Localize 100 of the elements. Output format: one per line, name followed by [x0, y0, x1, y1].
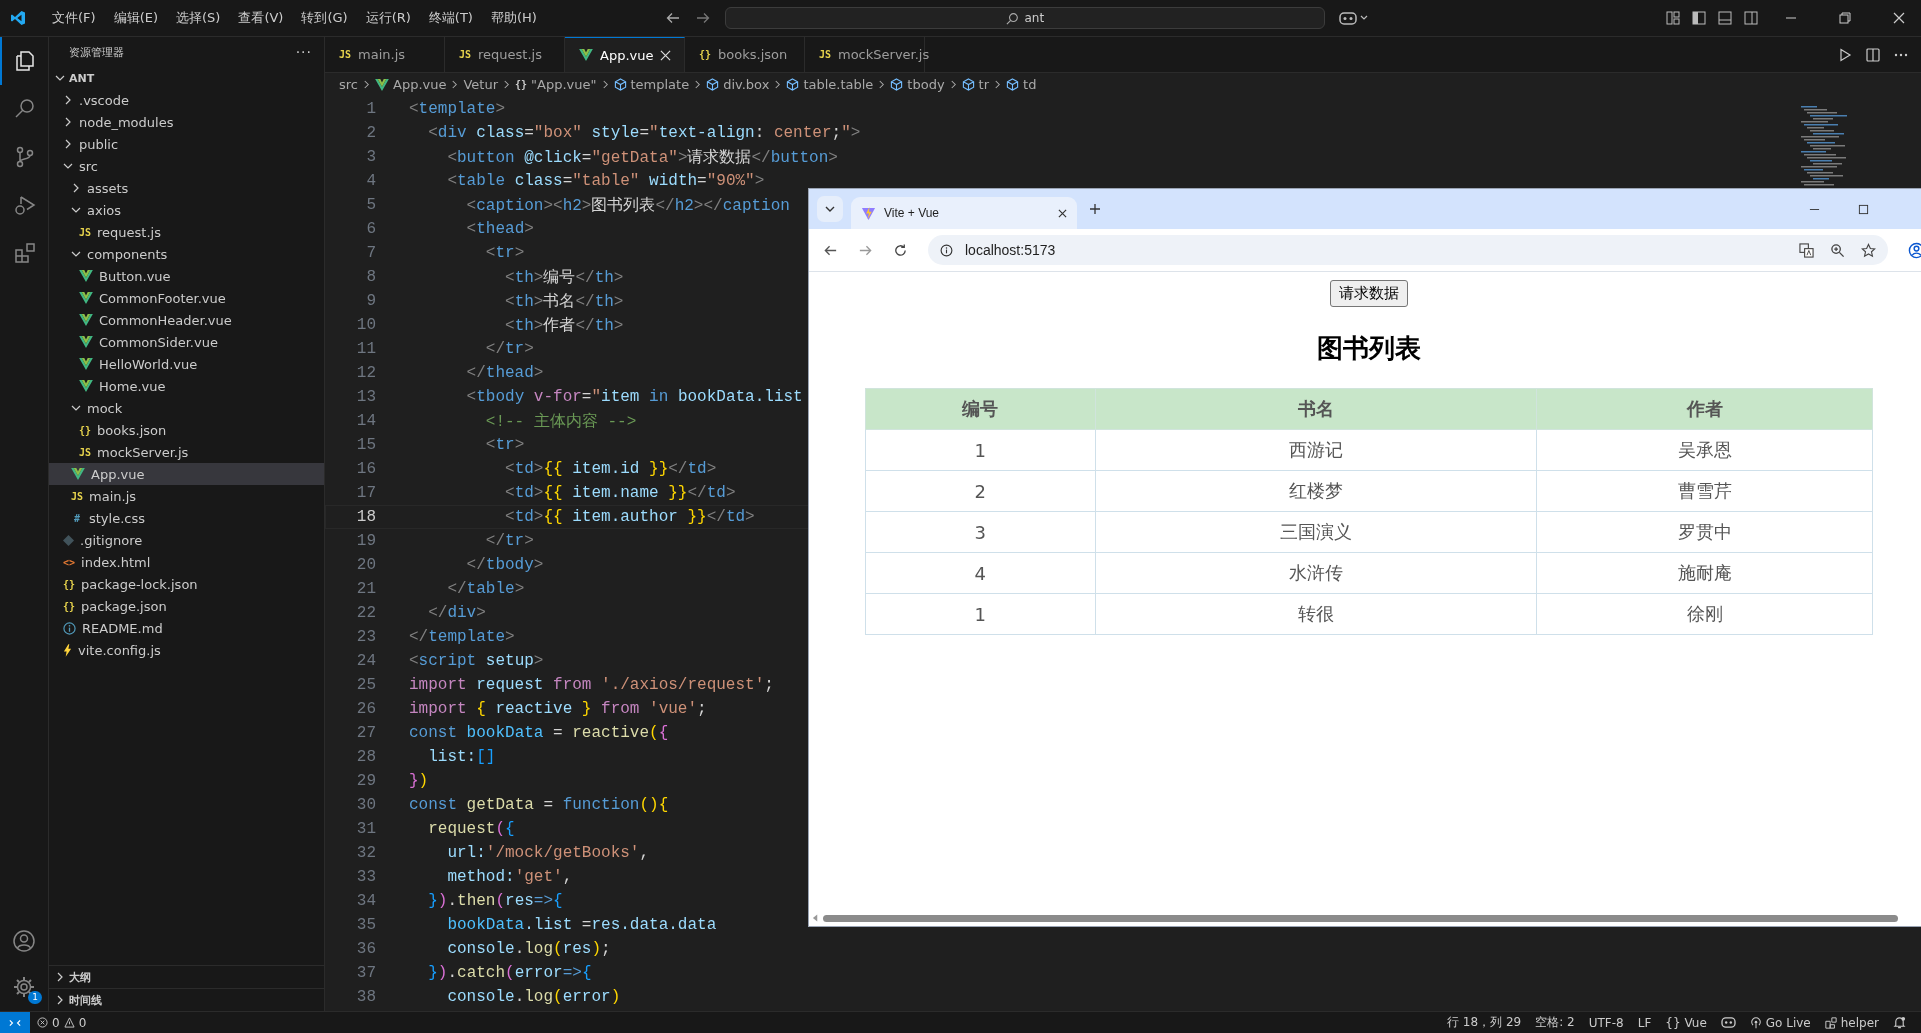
run-icon[interactable] [1837, 46, 1853, 63]
editor-tab[interactable]: JS main.js [325, 37, 445, 72]
language-mode[interactable]: {} Vue [1658, 1015, 1714, 1030]
breadcrumb-item[interactable]: table.table [786, 77, 874, 92]
tree-item[interactable]: JS main.js [49, 485, 324, 507]
tree-item[interactable]: JS mockServer.js [49, 441, 324, 463]
tree-item[interactable]: mock [49, 397, 324, 419]
sidebar-toggle-icon[interactable] [1691, 10, 1707, 26]
profile-icon[interactable] [1908, 241, 1921, 259]
back-arrow-icon[interactable] [664, 10, 681, 26]
account-icon[interactable] [12, 929, 36, 953]
editor-tab[interactable]: App.vue [565, 37, 685, 72]
editor-tab[interactable]: {} books.json [685, 37, 805, 72]
line-number: 30 [355, 796, 376, 814]
forward-arrow-icon[interactable] [694, 10, 711, 26]
tree-item[interactable]: {} package.json [49, 595, 324, 617]
tree-item[interactable]: vite.config.js [49, 639, 324, 661]
menu-item[interactable]: 运行(R) [357, 6, 419, 30]
translate-icon[interactable] [1799, 242, 1814, 258]
breadcrumb-item[interactable]: tbody [890, 77, 945, 92]
tree-item[interactable]: # style.css [49, 507, 324, 529]
tree-item[interactable]: <> index.html [49, 551, 324, 573]
menu-item[interactable]: 转到(G) [293, 6, 356, 30]
go-live-button[interactable]: Go Live [1742, 1015, 1818, 1030]
problems-button[interactable]: 0 0 [30, 1015, 94, 1030]
tree-item[interactable]: Home.vue [49, 375, 324, 397]
tree-item[interactable]: HelloWorld.vue [49, 353, 324, 375]
close-icon[interactable] [1058, 208, 1067, 218]
tree-item[interactable]: .gitignore [49, 529, 324, 551]
cube-icon [706, 78, 720, 91]
tree-item[interactable]: node_modules [49, 111, 324, 133]
line-number: 10 [355, 316, 376, 334]
breadcrumb-item[interactable]: {} "App.vue" [515, 77, 597, 92]
breadcrumb-item[interactable]: td [1006, 77, 1037, 92]
line-ending-setting[interactable]: LF [1630, 1015, 1659, 1030]
remote-button[interactable] [0, 1012, 30, 1033]
breadcrumb-item[interactable]: src [339, 77, 358, 92]
tree-item[interactable]: CommonSider.vue [49, 331, 324, 353]
tree-item[interactable]: components [49, 243, 324, 265]
menu-item[interactable]: 文件(F) [44, 6, 104, 30]
tree-item[interactable]: App.vue [49, 463, 324, 485]
folder-header[interactable]: ANT [49, 67, 324, 89]
lightning-logo-icon [861, 205, 876, 221]
maximize-icon[interactable] [1858, 203, 1869, 215]
encoding-setting[interactable]: UTF-8 [1581, 1015, 1631, 1030]
code-line: <caption><h2>图书列表</h2></caption [465, 195, 790, 216]
tree-item[interactable]: CommonFooter.vue [49, 287, 324, 309]
tree-item[interactable]: {} books.json [49, 419, 324, 441]
app-logo-icon[interactable] [10, 10, 26, 26]
indentation-setting[interactable]: 空格: 2 [1528, 1014, 1582, 1031]
browser-tab[interactable]: Vite + Vue [851, 197, 1077, 229]
request-data-button[interactable]: 请求数据 [1330, 280, 1408, 307]
code-line: import { reactive } from 'vue'; [409, 700, 707, 718]
tree-item[interactable]: README.md [49, 617, 324, 639]
zoom-icon[interactable] [1830, 242, 1845, 258]
restore-icon[interactable] [1837, 10, 1853, 26]
star-icon[interactable] [1861, 242, 1876, 258]
layout-icon[interactable] [1665, 10, 1681, 26]
menu-item[interactable]: 查看(V) [230, 6, 292, 30]
breadcrumb-item[interactable]: tr [961, 77, 990, 92]
close-icon[interactable] [1891, 10, 1907, 26]
scrollbar-thumb[interactable] [823, 914, 1898, 922]
breadcrumb-item[interactable]: div.box [706, 77, 770, 92]
tree-item[interactable]: {} package-lock.json [49, 573, 324, 595]
code-line: <td>{{ item.author }}</td> [504, 508, 755, 526]
tree-item[interactable]: assets [49, 177, 324, 199]
breadcrumb-item[interactable]: Vetur [463, 77, 499, 92]
menu-item[interactable]: 编辑(E) [105, 6, 166, 30]
menu-item[interactable]: 帮助(H) [482, 6, 545, 30]
vue-file-icon [79, 314, 93, 326]
menu-item[interactable]: 终端(T) [420, 6, 481, 30]
js-file-icon: JS [339, 49, 352, 60]
more-actions-button[interactable]: ··· [295, 44, 312, 60]
tree-item[interactable]: Button.vue [49, 265, 324, 287]
tree-item[interactable]: JS request.js [49, 221, 324, 243]
address-bar[interactable]: localhost:5173 [928, 235, 1888, 265]
search-field[interactable]: ant [724, 7, 1325, 29]
cursor-position[interactable]: 行 18，列 29 [1440, 1014, 1529, 1031]
breadcrumb-item[interactable]: App.vue [375, 77, 447, 92]
reload-icon[interactable] [893, 242, 908, 258]
helper-button[interactable]: helper [1817, 1015, 1886, 1030]
tree-item[interactable]: .vscode [49, 89, 324, 111]
robot-icon[interactable] [1338, 10, 1369, 26]
breadcrumb-item[interactable]: template [613, 77, 690, 92]
scroll-left-icon[interactable] [812, 914, 819, 922]
json-file-icon: {} [63, 600, 76, 612]
split-editor-icon[interactable] [1865, 46, 1881, 63]
code-line: <tbody v-for="item in bookData.list [465, 388, 803, 406]
tree-item[interactable]: src [49, 155, 324, 177]
info-icon[interactable] [940, 243, 953, 257]
split-layout-icon[interactable] [1743, 10, 1759, 26]
tree-item[interactable]: axios [49, 199, 324, 221]
section-header[interactable]: 大纲 [49, 965, 324, 988]
new-tab-icon[interactable] [1089, 203, 1101, 215]
tree-item[interactable]: CommonHeader.vue [49, 309, 324, 331]
tab-search-button[interactable] [817, 196, 843, 222]
tree-item[interactable]: public [49, 133, 324, 155]
menu-item[interactable]: 选择(S) [168, 6, 229, 30]
settings-icon[interactable] [12, 975, 36, 999]
panel-toggle-icon[interactable] [1717, 10, 1733, 26]
